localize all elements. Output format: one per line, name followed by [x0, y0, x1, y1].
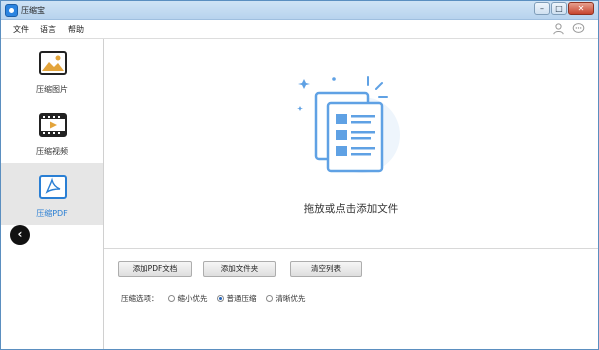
menu-bar: 文件 语言 帮助 [1, 20, 598, 39]
chevron-left-icon[interactable]: ‹ [10, 225, 30, 245]
add-documents-icon [297, 76, 400, 173]
option-label: 缩小优先 [177, 294, 208, 303]
window-title: 压缩宝 [21, 6, 45, 15]
sidebar-item-label: 压缩图片 [36, 85, 68, 94]
sidebar-item-label: 压缩PDF [36, 209, 68, 218]
option-label: 普通压缩 [226, 294, 257, 303]
compression-options: 压缩选项： 缩小优先 普通压缩 清晰优先 [121, 293, 306, 304]
maximize-button[interactable]: □ [551, 2, 567, 15]
pdf-icon [39, 175, 67, 199]
sidebar-item-compress-video[interactable]: 压缩视频 [1, 101, 103, 163]
app-logo-icon [5, 4, 18, 17]
action-panel: 添加PDF文档 添加文件夹 清空列表 压缩选项： 缩小优先 普通压缩 清晰优先 [104, 249, 598, 349]
option-clarity[interactable]: 清晰优先 [265, 293, 306, 304]
app-window: 压缩宝 – □ ✕ 文件 语言 帮助 压缩图片 压缩视频 压缩PDF ‹ 拖放或… [0, 0, 599, 350]
menu-file[interactable]: 文件 [13, 24, 29, 35]
sidebar: 压缩图片 压缩视频 压缩PDF ‹ [1, 39, 104, 349]
option-label: 清晰优先 [275, 294, 306, 303]
radio-smaller-size[interactable] [167, 295, 175, 302]
window-controls: – □ ✕ [534, 2, 594, 15]
user-icon[interactable] [552, 22, 565, 35]
minimize-button[interactable]: – [534, 2, 550, 15]
drop-hint-text: 拖放或点击添加文件 [303, 203, 399, 215]
menu-language[interactable]: 语言 [40, 24, 56, 35]
file-drop-area[interactable]: 拖放或点击添加文件 [104, 39, 598, 249]
image-icon [39, 51, 67, 75]
sidebar-item-label: 压缩视频 [36, 147, 68, 156]
sidebar-item-compress-pdf[interactable]: 压缩PDF [1, 163, 103, 225]
close-button[interactable]: ✕ [568, 2, 594, 15]
radio-clarity[interactable] [265, 295, 273, 302]
sidebar-item-compress-image[interactable]: 压缩图片 [1, 39, 103, 101]
radio-normal[interactable] [216, 295, 224, 302]
option-normal[interactable]: 普通压缩 [216, 293, 257, 304]
add-folder-button[interactable]: 添加文件夹 [203, 261, 276, 277]
title-bar: 压缩宝 – □ ✕ [1, 1, 598, 20]
compression-options-label: 压缩选项： [121, 294, 159, 303]
menu-help[interactable]: 帮助 [68, 24, 84, 35]
video-icon [39, 113, 67, 137]
chat-icon[interactable] [572, 22, 585, 35]
option-smaller-size[interactable]: 缩小优先 [167, 293, 208, 304]
clear-list-button[interactable]: 清空列表 [290, 261, 362, 277]
add-pdf-button[interactable]: 添加PDF文档 [118, 261, 192, 277]
